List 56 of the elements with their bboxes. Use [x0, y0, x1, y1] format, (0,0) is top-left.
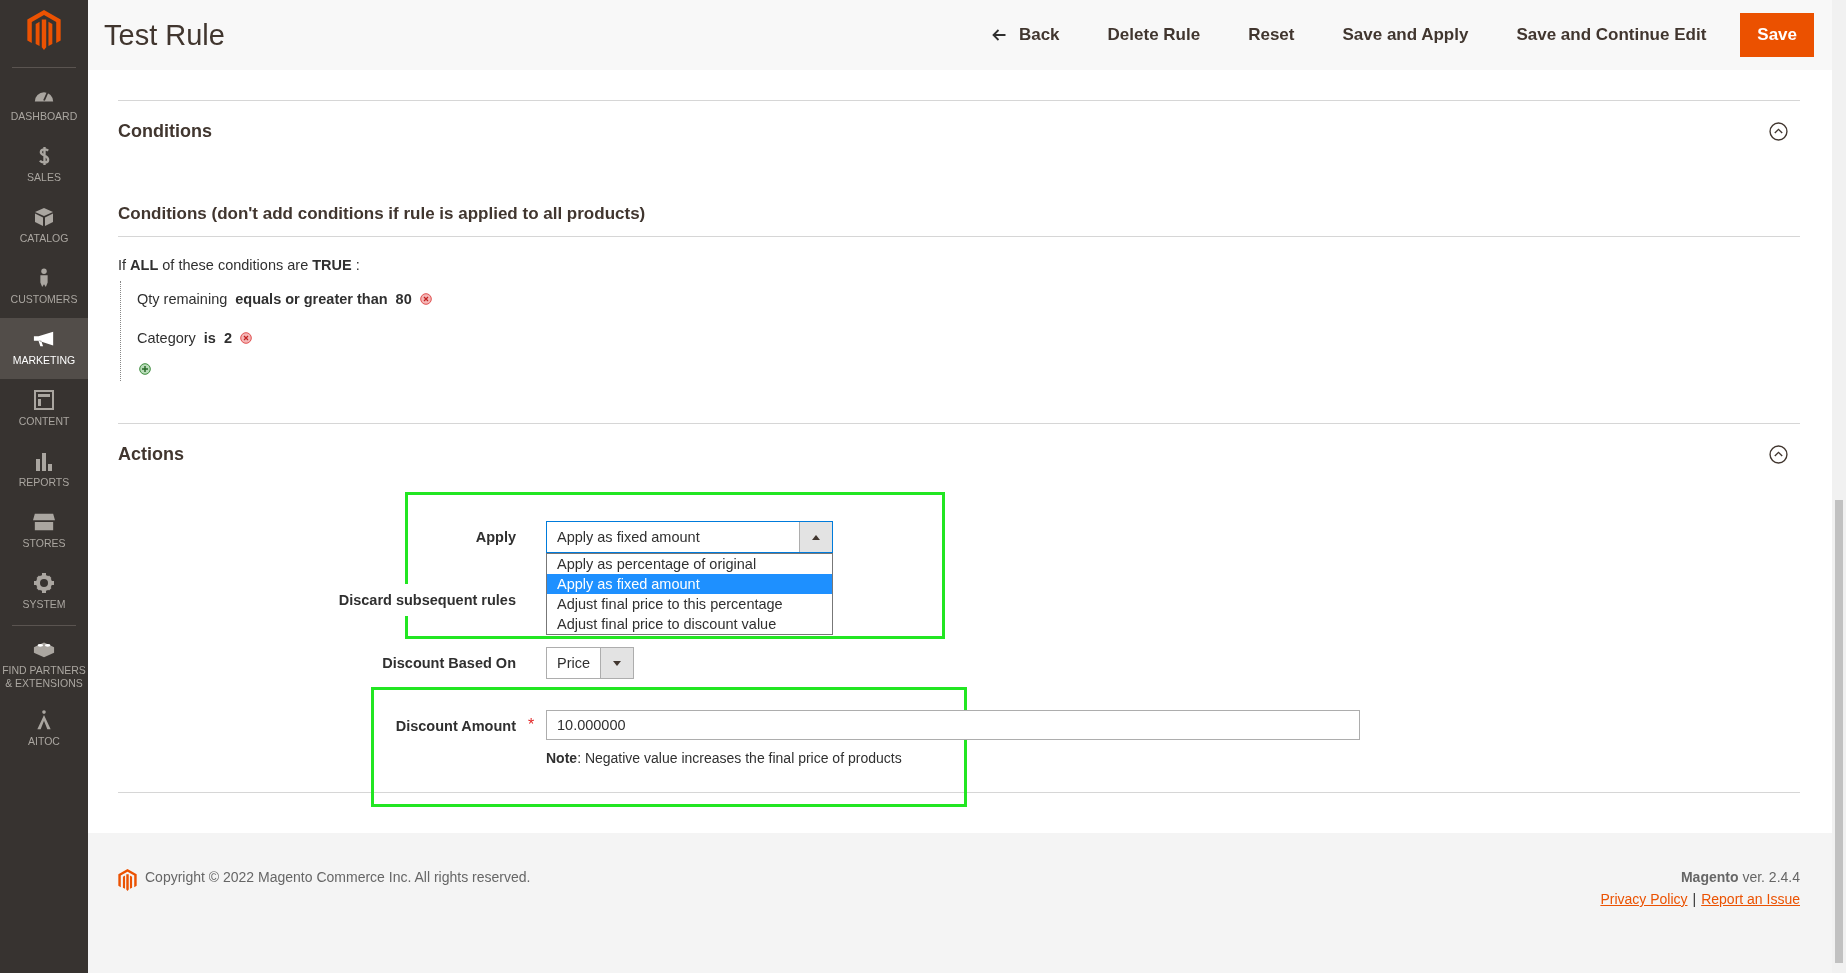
condition-intro: If ALL of these conditions are TRUE :	[118, 257, 361, 273]
arrow-left-icon	[991, 29, 1007, 41]
nav-item[interactable]: CONTENT	[0, 379, 88, 440]
action-button[interactable]: Save and Continue Edit	[1496, 15, 1727, 55]
dropdown-option[interactable]: Adjust final price to this percentage	[547, 594, 832, 614]
remove-icon[interactable]	[419, 293, 432, 305]
condition-attribute: Qty remaining	[137, 291, 228, 307]
version-text: Magento ver. 2.4.4	[1680, 869, 1800, 885]
nav-item[interactable]: CATALOG	[0, 196, 88, 257]
remove-icon[interactable]	[240, 332, 252, 344]
discount-amount-input[interactable]: 10.000000	[546, 710, 1360, 740]
link-separator: |	[1692, 891, 1697, 907]
copyright-text: Copyright © 2022 Magento Commerce Inc. All rights reserved.	[145, 869, 531, 885]
layout-icon	[33, 390, 55, 410]
action-button[interactable]: Save and Apply	[1322, 15, 1489, 55]
gear-icon	[33, 573, 55, 593]
nav-item[interactable]: REPORTS	[0, 440, 88, 501]
nav-item[interactable]: SYSTEM	[0, 562, 88, 623]
caret-icon	[613, 660, 621, 666]
megaphone-icon	[33, 329, 55, 349]
condition-operator[interactable]: is	[203, 330, 216, 346]
caret-icon	[812, 534, 820, 540]
section-title: Actions	[118, 444, 184, 465]
field-label: Discard subsequent rules	[338, 584, 516, 616]
nav-item[interactable]: MARKETING	[0, 318, 88, 379]
action-button[interactable]: Delete Rule	[1087, 15, 1221, 55]
scrollbar[interactable]	[1832, 0, 1846, 973]
action-button[interactable]: Reset	[1228, 15, 1315, 55]
bar-chart-icon	[33, 451, 55, 471]
save-button[interactable]: Save	[1740, 13, 1814, 57]
based-on-select[interactable]: Price	[546, 647, 634, 679]
nav-item[interactable]: DASHBOARD	[0, 74, 88, 135]
logo-icon[interactable]	[118, 869, 137, 891]
nav-item[interactable]: STORES	[0, 501, 88, 562]
condition-value[interactable]: 2	[223, 330, 232, 346]
nav-item[interactable]: CUSTOMERS	[0, 257, 88, 318]
nav-item[interactable]: AITOC	[0, 699, 88, 761]
condition-value[interactable]: 80	[395, 291, 412, 307]
box-icon	[33, 207, 55, 227]
apply-select[interactable]: Apply as fixed amount	[546, 521, 833, 553]
collapse-icon[interactable]	[1769, 445, 1788, 464]
page-title: Test Rule	[104, 18, 225, 52]
dropdown-option[interactable]: Apply as percentage of original	[547, 554, 832, 574]
condition-attribute: Category	[137, 330, 196, 346]
field-note: Note: Negative value increases the final price of products	[546, 750, 903, 766]
back-button[interactable]: Back	[971, 15, 1080, 55]
condition-operator[interactable]: equals or greater than	[235, 291, 388, 307]
add-icon[interactable]	[139, 363, 151, 375]
fieldset-title: Conditions (don't add conditions if rule is applied to all products)	[118, 204, 647, 224]
nav-item[interactable]: FIND PARTNERS & EXTENSIONS	[0, 628, 88, 700]
collapse-icon[interactable]	[1769, 122, 1788, 141]
logo-icon[interactable]	[26, 10, 62, 50]
nav-item[interactable]: SALES	[0, 135, 88, 196]
dropdown-option[interactable]: Adjust final price to discount value	[547, 614, 832, 634]
storefront-icon	[33, 512, 55, 532]
section-title: Conditions	[118, 121, 212, 142]
